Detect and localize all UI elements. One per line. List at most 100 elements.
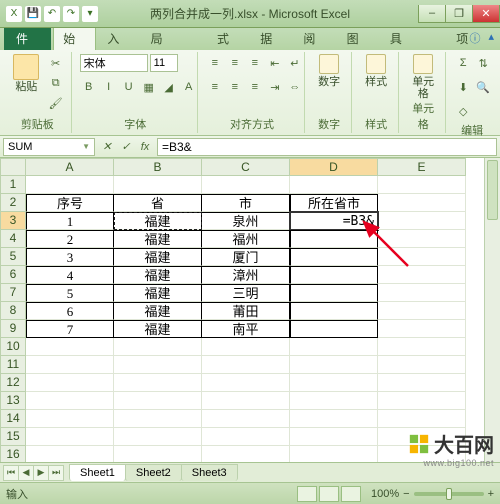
cell[interactable]	[290, 356, 378, 374]
styles-button[interactable]: 样式	[360, 54, 392, 88]
zoom-slider[interactable]	[414, 492, 484, 496]
sheet-tab-3[interactable]: Sheet3	[181, 464, 238, 481]
row-6[interactable]: 6	[0, 266, 26, 284]
align-center-icon[interactable]: ≡	[226, 78, 244, 96]
zoom-in-icon[interactable]: +	[488, 488, 494, 500]
select-all-corner[interactable]	[0, 158, 26, 176]
cell[interactable]: 1	[26, 212, 114, 230]
save-icon[interactable]: 💾	[25, 6, 41, 22]
cell[interactable]	[378, 248, 466, 266]
cell[interactable]: 福建	[114, 302, 202, 320]
vertical-scrollbar[interactable]	[484, 158, 500, 462]
cell[interactable]: 福建	[114, 230, 202, 248]
cell[interactable]: 福建	[114, 284, 202, 302]
cell[interactable]	[202, 176, 290, 194]
cell[interactable]: 福建	[114, 248, 202, 266]
cell[interactable]: 南平	[202, 320, 290, 338]
row-10[interactable]: 10	[0, 338, 26, 356]
autosum-icon[interactable]: Σ	[454, 54, 472, 72]
zoom-thumb[interactable]	[446, 488, 452, 500]
cell[interactable]	[290, 320, 378, 338]
cell[interactable]	[290, 176, 378, 194]
cell[interactable]	[290, 410, 378, 428]
indent-inc-icon[interactable]: ⇥	[266, 78, 284, 96]
col-B[interactable]: B	[114, 158, 202, 176]
tab-nav-last-icon[interactable]: ⏭	[48, 465, 64, 481]
sheet-tab-2[interactable]: Sheet2	[125, 464, 182, 481]
cell[interactable]	[202, 392, 290, 410]
cell[interactable]	[378, 284, 466, 302]
row-15[interactable]: 15	[0, 428, 26, 446]
cell[interactable]	[114, 374, 202, 392]
cell[interactable]	[26, 392, 114, 410]
cell[interactable]: 省	[114, 194, 202, 212]
cell[interactable]	[290, 374, 378, 392]
cell[interactable]	[378, 392, 466, 410]
row-1[interactable]: 1	[0, 176, 26, 194]
row-13[interactable]: 13	[0, 392, 26, 410]
cell[interactable]	[378, 266, 466, 284]
cell[interactable]: 市	[202, 194, 290, 212]
find-icon[interactable]: 🔍	[474, 78, 492, 96]
cell[interactable]	[26, 338, 114, 356]
cell[interactable]	[290, 248, 378, 266]
border-button[interactable]: ▦	[140, 78, 158, 96]
fill-color-button[interactable]: ◢	[160, 78, 178, 96]
row-3[interactable]: 3	[0, 212, 26, 230]
cell[interactable]: 福建	[114, 266, 202, 284]
cell[interactable]: 5	[26, 284, 114, 302]
cell-D3-editing[interactable]: =B3&	[290, 212, 378, 230]
tab-nav-next-icon[interactable]: ▶	[33, 465, 49, 481]
scroll-thumb[interactable]	[487, 160, 498, 220]
cell[interactable]: 福建	[114, 320, 202, 338]
row-5[interactable]: 5	[0, 248, 26, 266]
row-8[interactable]: 8	[0, 302, 26, 320]
cell[interactable]	[378, 320, 466, 338]
cell[interactable]	[202, 374, 290, 392]
cell[interactable]: 2	[26, 230, 114, 248]
cell[interactable]	[378, 338, 466, 356]
col-E[interactable]: E	[378, 158, 466, 176]
zoom-out-icon[interactable]: −	[403, 488, 409, 500]
formula-input[interactable]: =B3&	[157, 138, 497, 156]
clear-icon[interactable]: ◇	[454, 102, 472, 120]
cell[interactable]: 所在省市	[290, 194, 378, 212]
cell[interactable]	[378, 356, 466, 374]
cell[interactable]: 莆田	[202, 302, 290, 320]
row-2[interactable]: 2	[0, 194, 26, 212]
align-mid-icon[interactable]: ≡	[226, 54, 244, 72]
confirm-edit-icon[interactable]: ✓	[117, 138, 135, 156]
namebox-dropdown-icon[interactable]: ▼	[82, 142, 90, 151]
tab-nav-prev-icon[interactable]: ◀	[18, 465, 34, 481]
cell[interactable]: 7	[26, 320, 114, 338]
col-D[interactable]: D	[290, 158, 378, 176]
cell[interactable]: 漳州	[202, 266, 290, 284]
qat-dropdown-icon[interactable]: ▾	[82, 6, 98, 22]
cell[interactable]	[378, 230, 466, 248]
cell[interactable]	[26, 356, 114, 374]
cell[interactable]	[26, 374, 114, 392]
view-normal-icon[interactable]	[297, 486, 317, 502]
cell[interactable]: 3	[26, 248, 114, 266]
cell[interactable]: 泉州	[202, 212, 290, 230]
cells-button[interactable]: 单元格	[407, 54, 439, 100]
minimize-ribbon-icon[interactable]: ▴	[488, 30, 494, 46]
font-size-select[interactable]: 11	[150, 54, 178, 72]
sort-icon[interactable]: ⇅	[474, 54, 492, 72]
merge-icon[interactable]: ⇔	[286, 78, 304, 96]
bold-button[interactable]: B	[80, 78, 98, 96]
cell[interactable]: 4	[26, 266, 114, 284]
cell[interactable]	[378, 176, 466, 194]
cell[interactable]: 厦门	[202, 248, 290, 266]
fill-down-icon[interactable]: ⬇	[454, 78, 472, 96]
cell[interactable]	[114, 356, 202, 374]
tab-nav-first-icon[interactable]: ⏮	[3, 465, 19, 481]
font-color-button[interactable]: A	[180, 78, 198, 96]
cell[interactable]	[290, 428, 378, 446]
cell[interactable]	[378, 302, 466, 320]
cell[interactable]	[26, 176, 114, 194]
cell[interactable]	[114, 410, 202, 428]
align-right-icon[interactable]: ≡	[246, 78, 264, 96]
number-format-button[interactable]: 数字	[313, 54, 345, 88]
col-C[interactable]: C	[202, 158, 290, 176]
